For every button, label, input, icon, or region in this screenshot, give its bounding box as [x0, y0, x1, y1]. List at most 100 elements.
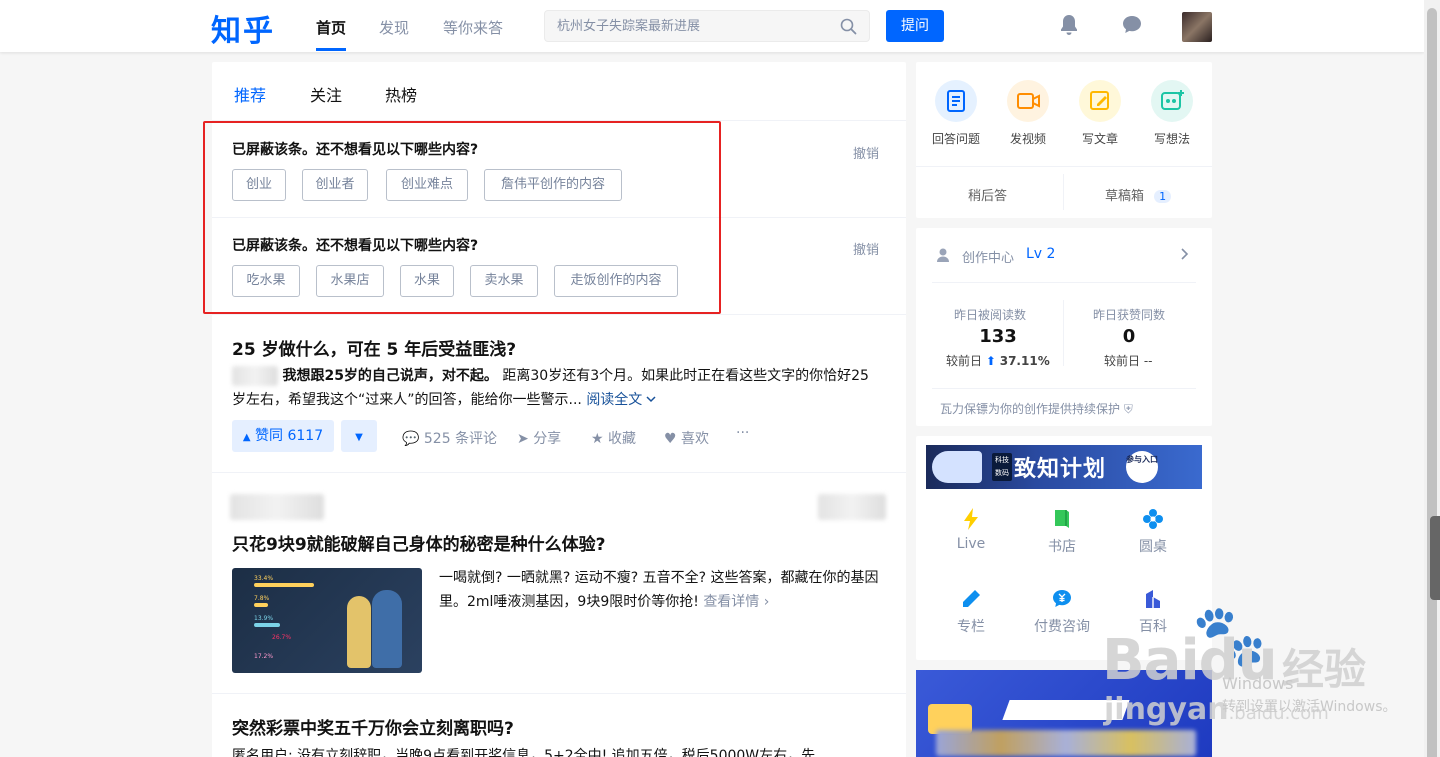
- reads-label: 昨日被阅读数: [953, 308, 1026, 322]
- downvote-button[interactable]: ▼: [341, 420, 377, 452]
- arrow-up-icon: ⬆: [985, 354, 996, 368]
- thumb-stat: 17.2%: [254, 653, 274, 660]
- entry-label: 圆桌: [1139, 539, 1167, 555]
- tab-hot[interactable]: 热榜: [385, 82, 417, 106]
- tool-label: 回答问题: [931, 132, 980, 146]
- search-input[interactable]: [545, 11, 825, 41]
- upvote-button[interactable]: ▲ 赞同 6117: [232, 420, 334, 452]
- wiki-icon: [1146, 590, 1160, 608]
- tool-label: 发视频: [1009, 132, 1046, 146]
- comments-button[interactable]: 💬 525 条评论: [402, 428, 497, 448]
- pen-icon: [963, 590, 980, 607]
- blurred-avatar: [232, 366, 278, 386]
- entry-column[interactable]: 专栏: [931, 586, 1011, 636]
- nav-discover[interactable]: 发现: [379, 17, 409, 38]
- promo-banner[interactable]: [916, 670, 1212, 757]
- promo-shape: [1002, 700, 1130, 720]
- scrollbar-thumb[interactable]: [1427, 8, 1437, 757]
- tool-answer[interactable]: 回答问题: [920, 80, 992, 147]
- edit-icon: [1079, 80, 1121, 122]
- creator-center-label[interactable]: 创作中心: [962, 247, 1014, 266]
- like-button[interactable]: ♥ 喜欢: [664, 428, 709, 448]
- chevron-down-icon: [646, 396, 656, 403]
- ask-question-button[interactable]: 提问: [886, 10, 944, 42]
- user-avatar[interactable]: [1182, 12, 1212, 42]
- banner-cta[interactable]: 参与入口: [1126, 451, 1158, 483]
- divider: [212, 472, 906, 473]
- create-tools-card: 回答问题 发视频 写文章 写想法 稍后答 草稿箱 1: [916, 62, 1212, 218]
- likes-label: 昨日获赞同数: [1092, 308, 1165, 322]
- view-detail-link[interactable]: 查看详情 ›: [703, 594, 769, 610]
- collect-button[interactable]: ★ 收藏: [591, 428, 636, 448]
- divider: [212, 314, 906, 315]
- highlight-box: [203, 121, 721, 314]
- likes-value: 0: [1122, 326, 1136, 347]
- windows-activation-title: Windows: [1222, 674, 1294, 693]
- zhizhi-plan-banner[interactable]: 科技数码 致知计划 参与入口: [926, 445, 1202, 489]
- likes-compare: 较前日 --: [1104, 354, 1153, 368]
- ad-thumbnail[interactable]: 33.4% 7.8% 13.9% 26.7% 17.2%: [232, 568, 422, 673]
- thumb-stat: 26.7%: [272, 634, 292, 641]
- shield-icon: ⛨: [1123, 402, 1133, 416]
- answer-later-link[interactable]: 稍后答: [968, 185, 1007, 204]
- tab-recommend[interactable]: 推荐: [234, 82, 266, 106]
- heart-icon: ♥: [664, 431, 677, 447]
- thumb-bar: [254, 583, 314, 587]
- drafts-link[interactable]: 草稿箱 1: [1105, 185, 1172, 204]
- protection-note[interactable]: 瓦力保镖为你的创作提供持续保护 ⛨: [940, 400, 1133, 417]
- bell-icon[interactable]: [1059, 14, 1079, 36]
- entry-bookstore[interactable]: 书店: [1022, 506, 1102, 556]
- divider: [932, 388, 1196, 389]
- ad-excerpt[interactable]: 一喝就倒? 一晒就黑? 运动不瘦? 五音不全? 这些答案，都藏在你的基因里。2m…: [439, 566, 889, 614]
- creator-level: Lv 2: [1026, 246, 1056, 262]
- share-icon: ➤: [517, 431, 529, 447]
- book-icon: [1055, 510, 1069, 528]
- undo-button[interactable]: 撤销: [853, 143, 879, 162]
- entry-label: 专栏: [957, 619, 985, 635]
- banner-tag: 科技数码: [992, 453, 1012, 481]
- more-button[interactable]: ···: [736, 425, 749, 441]
- thumb-stat: 13.9%: [254, 615, 274, 622]
- read-more-link[interactable]: 阅读全文: [586, 392, 657, 408]
- nav-waiting-answers[interactable]: 等你来答: [443, 17, 503, 38]
- thumb-stat: 33.4%: [254, 575, 274, 582]
- banner-title: 致知计划: [1014, 457, 1107, 482]
- thumb-stat: 7.8%: [254, 595, 270, 602]
- answer-excerpt[interactable]: 我想跟25岁的自己说声，对不起。 距离30岁还有3个月。如果此时正在看这些文字的…: [232, 364, 882, 412]
- tool-idea[interactable]: 写想法: [1136, 80, 1208, 147]
- blurred-advertiser: [230, 494, 324, 520]
- tool-label: 写想法: [1153, 132, 1190, 146]
- idea-icon: [1151, 80, 1193, 122]
- entry-label: 付费咨询: [1034, 619, 1090, 635]
- question-title[interactable]: 突然彩票中奖五千万你会立刻离职吗?: [232, 714, 514, 739]
- lightning-icon: [964, 508, 978, 530]
- search-icon[interactable]: [840, 18, 857, 35]
- share-button[interactable]: ➤ 分享: [517, 428, 561, 448]
- question-title[interactable]: 25 岁做什么，可在 5 年后受益匪浅?: [232, 335, 516, 360]
- ad-title[interactable]: 只花9块9就能破解自己身体的秘密是种什么体验?: [232, 530, 606, 555]
- entry-roundtable[interactable]: 圆桌: [1113, 506, 1193, 556]
- entry-label: Live: [956, 536, 986, 552]
- triangle-up-icon: ▲: [242, 432, 251, 443]
- side-widget-handle[interactable]: [1430, 516, 1440, 600]
- drafts-count-badge: 1: [1154, 190, 1172, 203]
- undo-button[interactable]: 撤销: [853, 239, 879, 258]
- tool-article[interactable]: 写文章: [1064, 80, 1136, 147]
- entry-paid-consult[interactable]: 付费咨询: [1022, 586, 1102, 636]
- nav-home[interactable]: 首页: [316, 17, 346, 38]
- entry-live[interactable]: Live: [931, 506, 1011, 552]
- chat-icon[interactable]: [1121, 14, 1143, 36]
- excerpt-bold: 我想跟25岁的自己说声，对不起。: [282, 368, 498, 384]
- tool-video[interactable]: 发视频: [992, 80, 1064, 147]
- answer-excerpt[interactable]: 匿名用户: 没有立刻辞职，当晚9点看到开奖信息，5+2全中! 追加五倍，税后50…: [232, 744, 882, 757]
- divider: [212, 693, 906, 694]
- search-box: [544, 10, 870, 42]
- tab-follow[interactable]: 关注: [310, 82, 342, 106]
- illustration-person: [347, 596, 371, 668]
- entry-wiki[interactable]: 百科: [1113, 586, 1193, 636]
- video-icon: [1007, 80, 1049, 122]
- entry-label: 书店: [1048, 539, 1076, 555]
- chevron-right-icon[interactable]: [1180, 247, 1190, 261]
- zhihu-logo[interactable]: 知乎: [211, 6, 275, 50]
- tool-label: 写文章: [1081, 132, 1118, 146]
